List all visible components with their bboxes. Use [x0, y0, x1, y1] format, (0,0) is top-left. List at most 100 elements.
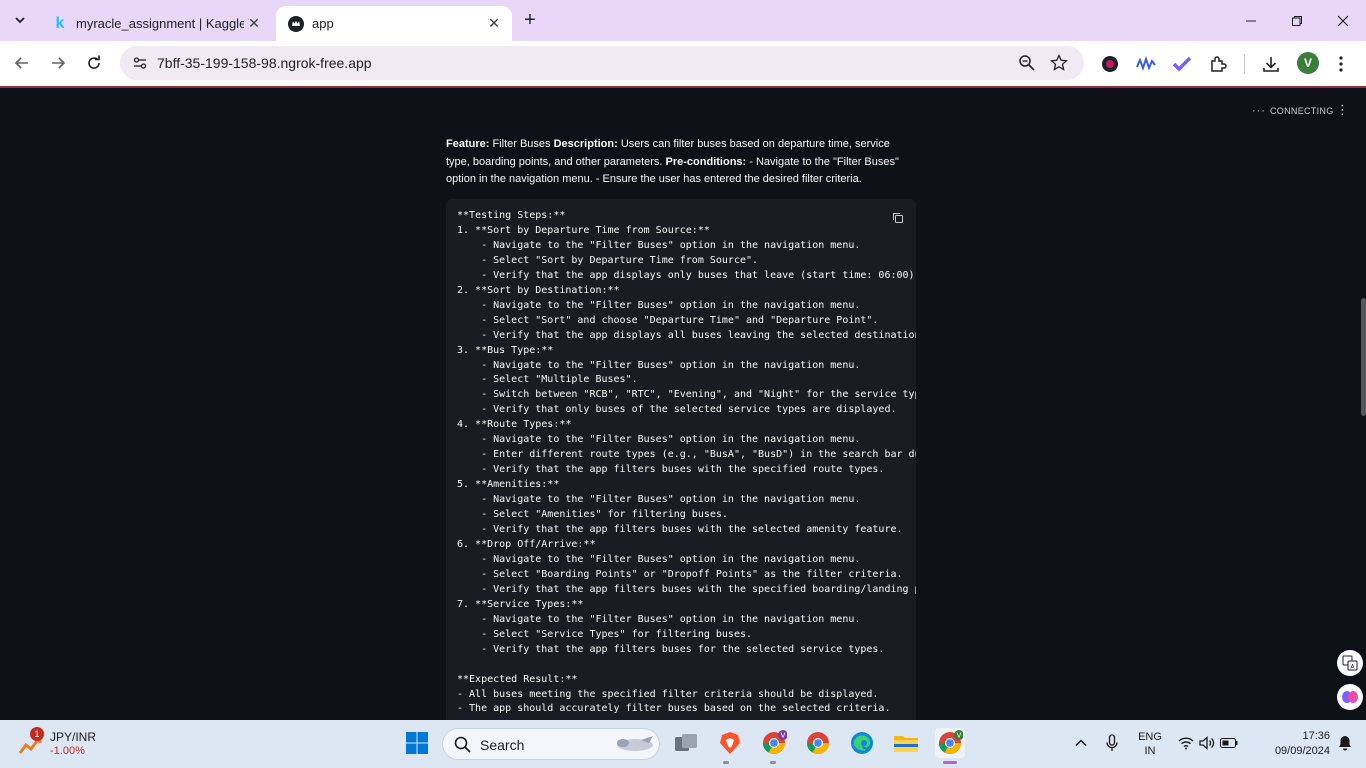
taskbar-search[interactable]: Search	[442, 728, 660, 760]
close-window-button[interactable]	[1320, 0, 1366, 41]
tab-kaggle[interactable]: k myracle_assignment | Kaggle ✕	[40, 6, 272, 41]
language-bottom: IN	[1144, 745, 1156, 757]
file-explorer-icon[interactable]	[891, 728, 921, 758]
close-icon	[1337, 15, 1349, 26]
assistant-brain-icon[interactable]	[1337, 684, 1363, 710]
code-line: - Select "Multiple Buses".	[457, 374, 638, 386]
microphone-icon[interactable]	[1097, 728, 1127, 758]
code-text: **Testing Steps:** 1. **Sort by Departure…	[457, 209, 916, 717]
chrome-active-icon[interactable]: V	[935, 728, 965, 758]
code-line: - Verify that the app filters buses for …	[457, 643, 885, 655]
running-indicator	[723, 761, 729, 764]
minimize-button[interactable]	[1228, 0, 1274, 41]
code-line: - The app should accurately filter buses…	[457, 703, 891, 715]
arrow-left-icon	[14, 57, 28, 69]
reload-button[interactable]	[80, 49, 108, 77]
system-clock[interactable]: 17:36 09/09/2024	[1254, 729, 1330, 759]
currency-widget[interactable]: 1 JPY/INR -1.00%	[16, 727, 136, 761]
code-line: **Testing Steps:**	[457, 210, 566, 221]
chrome-icon[interactable]	[803, 728, 833, 758]
search-highlight-icon	[611, 734, 657, 761]
code-line: - Navigate to the "Filter Buses" option …	[457, 613, 861, 625]
toolbar-divider	[1244, 54, 1245, 74]
language-indicator[interactable]: ENG IN	[1132, 730, 1168, 758]
app-page: ··· CONNECTING ⋮ Feature: Filter Buses D…	[0, 88, 1366, 720]
code-line: - Verify that the app filters buses with…	[457, 524, 903, 536]
status-label: CONNECTING	[1270, 106, 1334, 116]
new-tab-button[interactable]: +	[518, 8, 542, 32]
code-line: 2. **Sort by Destination:**	[457, 284, 620, 296]
loading-dots-icon: ···	[1252, 105, 1266, 117]
profile-avatar[interactable]: V	[1297, 52, 1319, 74]
code-line: - Navigate to the "Filter Buses" option …	[457, 494, 861, 506]
description-label: Description:	[553, 138, 618, 150]
preconditions-label: Pre-conditions:	[665, 155, 747, 168]
tab-title: myracle_assignment | Kaggle	[76, 16, 244, 31]
tab-search-button[interactable]	[8, 8, 32, 32]
connection-status: ··· CONNECTING	[1252, 105, 1334, 117]
start-button[interactable]	[402, 728, 432, 758]
code-line: 6. **Drop Off/Arrive:**	[457, 538, 596, 550]
code-line: 7. **Service Types:**	[457, 598, 584, 610]
bookmark-star-icon[interactable]	[1050, 53, 1068, 72]
browser-toolbar: 7bff-35-199-158-98.ngrok-free.app V	[0, 41, 1366, 86]
site-settings-icon[interactable]	[132, 55, 148, 71]
extensions-puzzle-icon[interactable]	[1207, 53, 1229, 75]
windows-logo-icon	[406, 732, 428, 754]
zoom-icon[interactable]	[1018, 54, 1036, 72]
forward-button[interactable]	[44, 49, 72, 77]
task-view-icon[interactable]	[671, 728, 701, 758]
code-line: **Expected Result:**	[457, 673, 578, 685]
tab-app[interactable]: app ✕	[276, 6, 512, 41]
page-scrollbar[interactable]	[1361, 298, 1366, 416]
brave-browser-icon[interactable]	[715, 728, 745, 758]
kaggle-icon: k	[55, 14, 65, 32]
close-icon[interactable]: ✕	[484, 14, 504, 34]
running-indicator	[770, 761, 776, 764]
crown-icon	[288, 15, 304, 32]
back-button[interactable]	[8, 49, 36, 77]
close-icon[interactable]: ✕	[244, 14, 264, 34]
edge-browser-icon[interactable]	[847, 728, 877, 758]
restore-icon	[1292, 15, 1302, 26]
minimize-icon	[1246, 20, 1256, 21]
clock-time: 17:36	[1302, 730, 1330, 742]
code-line: - Switch between "RCB", "RTC", "Evening"…	[457, 389, 916, 401]
code-line: - Verify that the app displays only buse…	[457, 269, 916, 281]
chrome-profile-v-icon[interactable]: V	[759, 728, 789, 758]
reload-icon	[88, 55, 100, 69]
code-line: - Select "Amenities" for filtering buses…	[457, 509, 728, 521]
translate-icon[interactable]: A	[1337, 650, 1363, 676]
url-text: 7bff-35-199-158-98.ngrok-free.app	[157, 55, 372, 71]
code-line: - All buses meeting the specified filter…	[457, 688, 879, 700]
chevron-down-icon	[15, 17, 25, 24]
app-menu-icon[interactable]: ⋮	[1336, 102, 1349, 118]
clock-date: 09/09/2024	[1274, 745, 1330, 757]
notification-bell-icon[interactable]	[1330, 728, 1360, 758]
code-line: - Navigate to the "Filter Buses" option …	[457, 434, 861, 446]
notification-badge: 1	[30, 727, 44, 741]
active-indicator	[943, 761, 957, 764]
code-line: - Select "Boarding Points" or "Dropoff P…	[457, 568, 903, 580]
language-top: ENG	[1138, 731, 1162, 743]
download-icon[interactable]	[1260, 53, 1282, 75]
code-line: 3. **Bus Type:**	[457, 344, 554, 356]
browser-menu-icon[interactable]	[1330, 53, 1352, 75]
code-line: 4. **Route Types:**	[457, 419, 572, 431]
widget-label: JPY/INR	[50, 730, 97, 744]
wifi-icon	[1178, 737, 1194, 750]
code-line: - Verify that the app filters buses with…	[457, 583, 916, 595]
quick-settings[interactable]	[1178, 728, 1238, 758]
extension-record-icon[interactable]	[1099, 53, 1121, 75]
address-bar[interactable]: 7bff-35-199-158-98.ngrok-free.app	[120, 46, 1084, 80]
feature-value: Filter Buses	[489, 138, 554, 150]
restore-button[interactable]	[1274, 0, 1320, 41]
code-line: 5. **Amenities:**	[457, 479, 560, 491]
extension-check-icon[interactable]	[1171, 53, 1193, 75]
code-line: - Navigate to the "Filter Buses" option …	[457, 359, 861, 371]
search-label: Search	[480, 737, 525, 753]
code-line: - Navigate to the "Filter Buses" option …	[457, 299, 861, 311]
extension-wave-icon[interactable]	[1135, 53, 1157, 75]
tray-chevron-up-icon[interactable]	[1066, 728, 1096, 758]
